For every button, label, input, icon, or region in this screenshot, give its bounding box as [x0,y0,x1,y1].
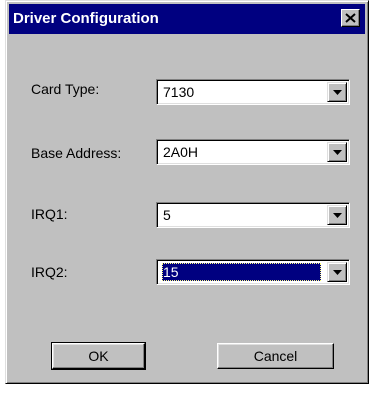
card-type-value: 7130 [163,84,195,100]
card-type-label: Card Type: [31,81,100,97]
window-title: Driver Configuration [13,10,159,27]
chevron-down-icon [332,212,342,218]
close-button[interactable] [341,9,360,27]
irq1-value: 5 [163,207,171,223]
card-type-dropdown-button[interactable] [327,82,347,102]
chevron-down-icon [332,269,342,275]
irq2-dropdown-button[interactable] [327,262,347,282]
base-address-dropdown-button[interactable] [327,142,347,162]
irq1-dropdown-button[interactable] [327,205,347,225]
irq2-select[interactable]: 15 [156,259,350,285]
chevron-down-icon [332,89,342,95]
base-address-label: Base Address: [31,145,122,161]
card-type-select[interactable]: 7130 [156,79,350,105]
irq2-label: IRQ2: [31,264,68,280]
irq1-select[interactable]: 5 [156,202,350,228]
close-icon [345,13,356,23]
base-address-select[interactable]: 2A0H [156,139,350,165]
irq2-value: 15 [162,263,321,281]
driver-configuration-dialog: Driver Configuration Card Type: 7130 Bas… [5,0,369,384]
title-bar[interactable]: Driver Configuration [9,4,365,34]
chevron-down-icon [332,149,342,155]
irq1-label: IRQ1: [31,206,68,222]
base-address-value: 2A0H [163,144,199,160]
cancel-button[interactable]: Cancel [217,343,334,369]
ok-button[interactable]: OK [51,342,146,370]
